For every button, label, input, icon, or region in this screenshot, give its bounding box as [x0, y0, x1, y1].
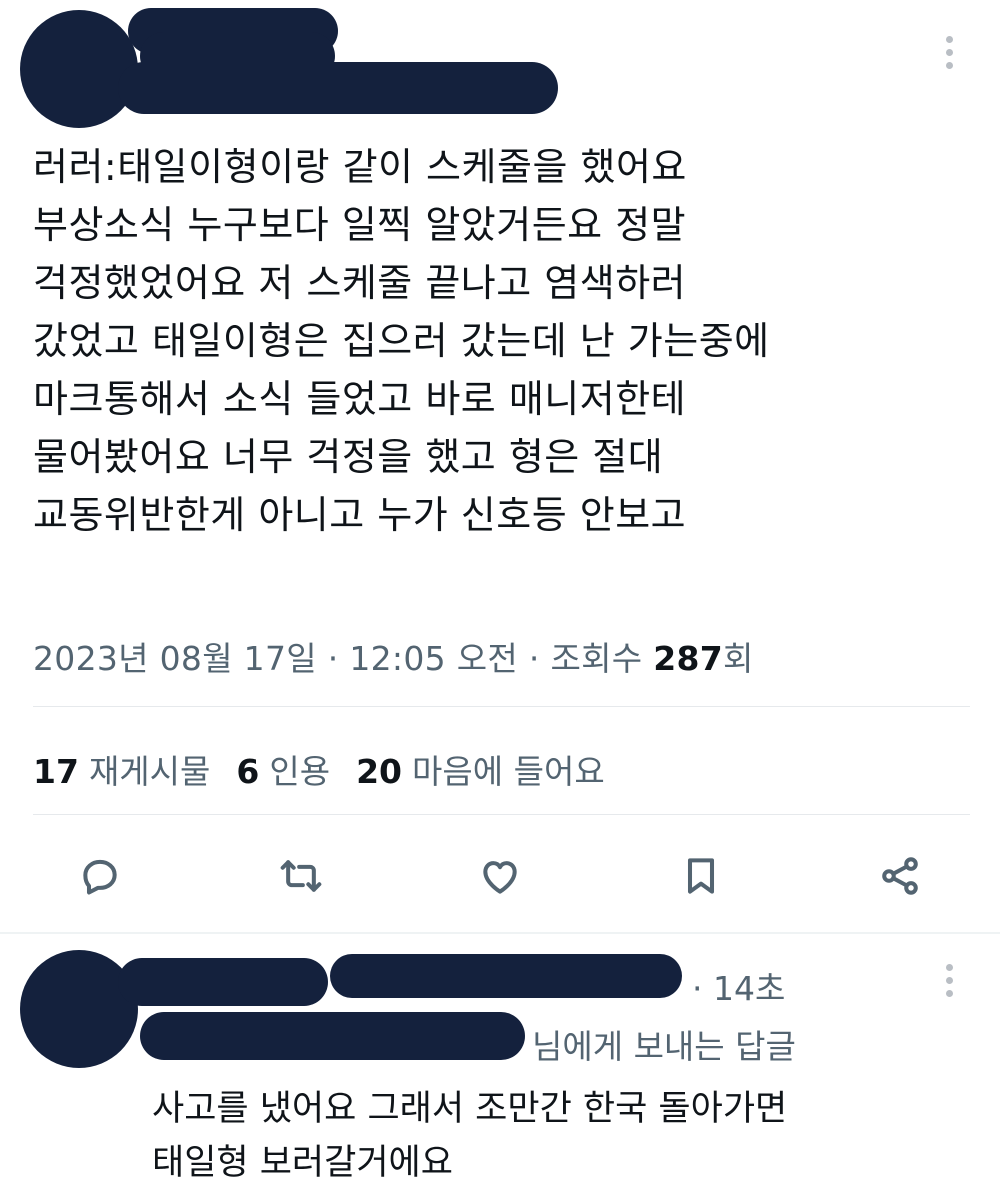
tweet-text: 러러:태일이형이랑 같이 스케줄을 했어요 부상소식 누구보다 일찍 알았거든요… [33, 138, 963, 544]
views-suffix: 회 [723, 639, 754, 678]
tweet-text-line: 물어봤어요 너무 걱정을 했고 형은 절대 [33, 435, 664, 479]
reply-button[interactable] [72, 848, 128, 904]
tweet-text-line: 러러:태일이형이랑 같이 스케줄을 했어요 [33, 145, 687, 189]
like-button[interactable] [472, 848, 528, 904]
share-button[interactable] [872, 848, 928, 904]
stat-likes[interactable]: 20 마음에 들어요 [356, 745, 605, 793]
divider [33, 814, 970, 815]
tweet-text-line: 걱정했었어요 저 스케줄 끝나고 염색하러 [33, 261, 687, 305]
meta-separator: · [528, 639, 540, 678]
bookmark-button[interactable] [673, 848, 729, 904]
username-redaction[interactable] [118, 62, 558, 114]
tweet-meta: 2023년 08월 17일 · 12:05 오전 · 조회수 287회 [33, 632, 754, 680]
action-bar [0, 848, 1000, 908]
repost-button[interactable] [273, 848, 329, 904]
more-options-icon[interactable] [946, 36, 954, 69]
views-label: 조회수 [550, 639, 643, 678]
reply-name-redaction[interactable] [118, 958, 328, 1006]
reply-text-line: 사고를 냈어요 그래서 조만간 한국 돌아가면 [152, 1089, 788, 1129]
like-icon [483, 861, 517, 894]
reply-text: 사고를 냈어요 그래서 조만간 한국 돌아가면 태일형 보러갈거에요 [152, 1082, 787, 1190]
tweet-date[interactable]: 2023년 08월 17일 [33, 639, 317, 678]
stat-reposts[interactable]: 17 재게시물 [33, 745, 210, 793]
tweet-text-line: 마크통해서 소식 들었고 바로 매니저한테 [33, 377, 687, 421]
reply-avatar-redaction[interactable] [20, 950, 138, 1068]
share-icon [882, 857, 918, 895]
bookmark-icon [687, 858, 715, 894]
meta-separator: · [327, 639, 339, 678]
tweet-time[interactable]: 12:05 오전 [349, 639, 518, 678]
tweet-text-line: 교동위반한게 아니고 누가 신호등 안보고 [33, 493, 687, 537]
stat-quotes[interactable]: 6 인용 [236, 745, 330, 793]
reply-time[interactable]: · 14초 [692, 962, 785, 1010]
replying-to-label: 님에게 보내는 답글 [532, 1027, 796, 1066]
reply-icon [83, 859, 117, 895]
divider [33, 706, 970, 707]
reply-more-options-icon[interactable] [946, 964, 954, 997]
tweet-text-line: 부상소식 누구보다 일찍 알았거든요 정말 [33, 203, 687, 247]
reply-username-redaction[interactable] [330, 954, 682, 998]
reply-text-line: 태일형 보러갈거에요 [152, 1143, 453, 1183]
repost-icon [280, 860, 322, 892]
tweet-text-line: 갔었고 태일이형은 집으러 갔는데 난 가는중에 [33, 319, 770, 363]
tweet-stats: 17 재게시물 6 인용 20 마음에 들어요 [33, 745, 605, 793]
views-count: 287 [653, 639, 724, 678]
avatar-redaction[interactable] [20, 10, 138, 128]
reply-handle-redaction[interactable] [140, 1012, 525, 1060]
section-divider [0, 932, 1000, 934]
